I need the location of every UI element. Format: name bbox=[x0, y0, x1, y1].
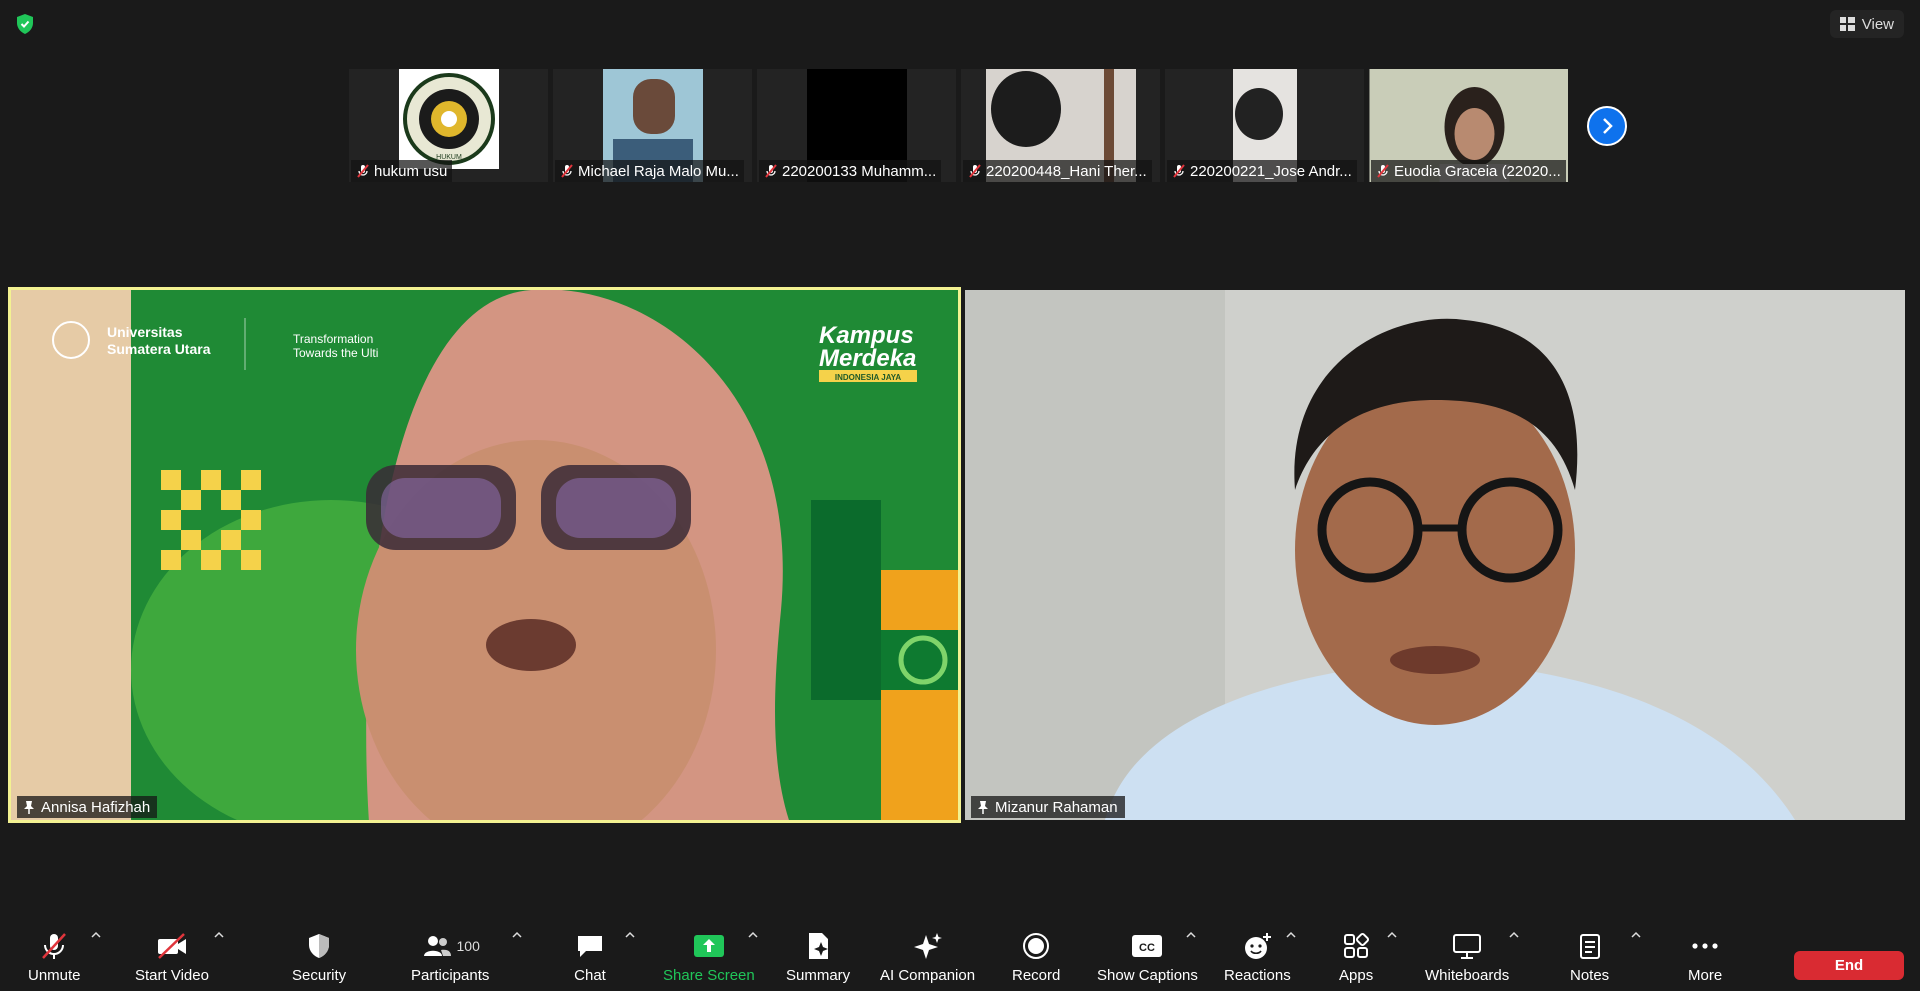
unmute-button[interactable]: Unmute bbox=[28, 930, 81, 984]
chevron-up-icon[interactable] bbox=[1186, 931, 1196, 939]
end-meeting-button[interactable]: End bbox=[1794, 951, 1904, 980]
closed-captions-icon: CC bbox=[1132, 935, 1163, 957]
university-text: Universitas bbox=[107, 324, 183, 340]
participant-name-label: Mizanur Rahaman bbox=[971, 796, 1125, 818]
chevron-up-icon[interactable] bbox=[1387, 931, 1397, 939]
participant-name-label: Annisa Hafizhah bbox=[17, 796, 158, 818]
chevron-up-icon[interactable] bbox=[1631, 931, 1641, 939]
security-button[interactable]: Security bbox=[292, 930, 346, 984]
participant-filmstrip: HUKUM hukum usu Michael Raja Malo Mu... … bbox=[349, 69, 1568, 182]
start-video-button[interactable]: Start Video bbox=[135, 930, 209, 984]
muted-mic-icon bbox=[357, 164, 369, 178]
muted-mic-icon bbox=[765, 164, 777, 178]
summary-button[interactable]: Summary bbox=[786, 930, 850, 984]
record-button[interactable]: Record bbox=[1012, 930, 1060, 984]
shield-icon bbox=[309, 934, 330, 958]
notes-icon bbox=[1579, 934, 1600, 959]
chevron-up-icon[interactable] bbox=[214, 931, 224, 939]
participant-thumbnail[interactable]: Euodia Graceia (22020... bbox=[1369, 69, 1568, 182]
notes-button[interactable]: Notes bbox=[1570, 930, 1609, 984]
chevron-up-icon[interactable] bbox=[91, 931, 101, 939]
reactions-button[interactable]: Reactions bbox=[1224, 930, 1291, 984]
more-dots-icon bbox=[1692, 943, 1718, 949]
apps-button[interactable]: Apps bbox=[1339, 930, 1373, 984]
participant-thumbnail[interactable]: Michael Raja Malo Mu... bbox=[553, 69, 752, 182]
participant-name: Euodia Graceia (22020... bbox=[1371, 160, 1566, 182]
university-text: Sumatera Utara bbox=[107, 341, 211, 357]
muted-mic-icon bbox=[969, 164, 981, 178]
participant-thumbnail[interactable]: 220200221_Jose Andr... bbox=[1165, 69, 1364, 182]
speaker-video: Universitas Sumatera Utara Transformatio… bbox=[11, 290, 958, 820]
tagline-text: Towards the Ulti bbox=[293, 346, 378, 360]
ai-companion-button[interactable]: AI Companion bbox=[880, 930, 975, 984]
show-captions-button[interactable]: CC Show Captions bbox=[1097, 930, 1198, 984]
chevron-up-icon[interactable] bbox=[625, 931, 635, 939]
sparkle-icon bbox=[913, 933, 942, 959]
next-page-button[interactable] bbox=[1587, 106, 1627, 146]
grid-view-icon bbox=[1839, 17, 1855, 31]
participant-name: 220200448_Hani Ther... bbox=[963, 160, 1152, 182]
chevron-up-icon[interactable] bbox=[1286, 931, 1296, 939]
pin-icon bbox=[978, 801, 988, 814]
apps-icon bbox=[1344, 932, 1370, 958]
muted-mic-icon bbox=[1173, 164, 1185, 178]
participants-button[interactable]: 100 Participants bbox=[411, 930, 489, 984]
view-button[interactable]: View bbox=[1829, 10, 1904, 38]
smiley-plus-icon bbox=[1245, 933, 1272, 959]
participants-icon bbox=[423, 936, 451, 956]
video-tile-active-speaker[interactable]: Universitas Sumatera Utara Transformatio… bbox=[8, 287, 961, 823]
participant-count: 100 bbox=[456, 938, 480, 954]
whiteboards-button[interactable]: Whiteboards bbox=[1425, 930, 1509, 984]
tagline-text: Transformation bbox=[293, 332, 373, 346]
muted-microphone-icon bbox=[42, 933, 67, 959]
video-off-icon bbox=[157, 933, 186, 959]
meeting-toolbar: Unmute Start Video Security 100 Particip… bbox=[0, 907, 1920, 991]
participant-name: hukum usu bbox=[351, 160, 453, 182]
more-button[interactable]: More bbox=[1688, 930, 1722, 984]
chat-button[interactable]: Chat bbox=[574, 930, 606, 984]
participant-name: Michael Raja Malo Mu... bbox=[555, 160, 744, 182]
chevron-up-icon[interactable] bbox=[748, 931, 758, 939]
participant-thumbnail[interactable]: 220200448_Hani Ther... bbox=[961, 69, 1160, 182]
participant-name: 220200133 Muhamm... bbox=[759, 160, 942, 182]
chevron-right-icon bbox=[1603, 118, 1613, 134]
encryption-shield-icon[interactable] bbox=[13, 12, 37, 36]
share-screen-icon bbox=[693, 935, 724, 957]
faculty-logo: HUKUM bbox=[398, 69, 499, 169]
chat-bubble-icon bbox=[578, 936, 602, 957]
participant-video bbox=[965, 290, 1905, 820]
chevron-up-icon[interactable] bbox=[512, 931, 522, 939]
whiteboard-icon bbox=[1453, 934, 1482, 959]
campaign-text: Merdeka bbox=[819, 345, 916, 372]
pin-icon bbox=[24, 801, 34, 814]
muted-mic-icon bbox=[561, 164, 573, 178]
share-screen-button[interactable]: Share Screen bbox=[663, 930, 755, 984]
muted-mic-icon bbox=[1377, 164, 1389, 178]
svg-text:CC: CC bbox=[1140, 942, 1156, 954]
campaign-text: INDONESIA JAYA bbox=[835, 373, 901, 382]
participant-thumbnail[interactable]: HUKUM hukum usu bbox=[349, 69, 548, 182]
summary-document-icon bbox=[809, 933, 829, 959]
participant-name: 220200221_Jose Andr... bbox=[1167, 160, 1357, 182]
record-icon bbox=[1023, 933, 1050, 959]
video-tile[interactable]: Mizanur Rahaman bbox=[965, 290, 1905, 820]
participant-thumbnail[interactable]: 220200133 Muhamm... bbox=[757, 69, 956, 182]
view-label: View bbox=[1861, 15, 1894, 33]
chevron-up-icon[interactable] bbox=[1509, 931, 1519, 939]
